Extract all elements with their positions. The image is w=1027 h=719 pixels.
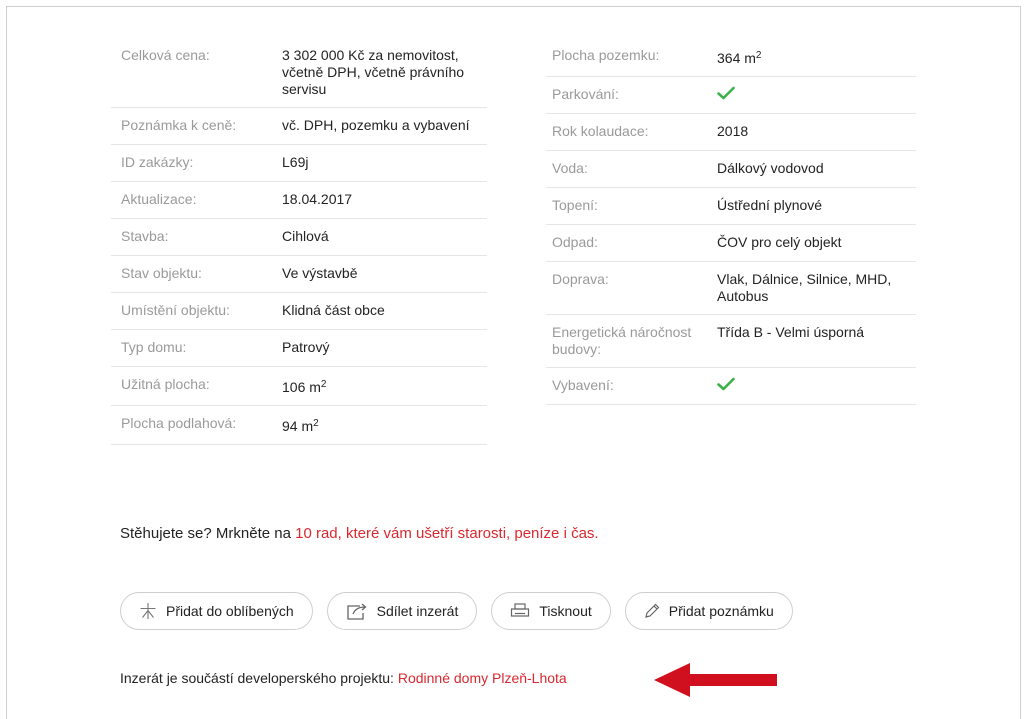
param-label: Doprava: — [552, 271, 609, 287]
tip-text: Stěhujete se? Mrkněte na — [120, 525, 296, 542]
param-label: Stavba: — [121, 228, 169, 244]
red-arrow-icon — [654, 663, 777, 697]
param-row: Rok kolaudace: 2018 — [546, 114, 916, 151]
checkmark-icon — [717, 86, 735, 100]
param-row: Topení: Ústřední plynové — [546, 188, 916, 225]
param-label: Aktualizace: — [121, 191, 197, 207]
param-row: Doprava: Vlak, Dálnice, Silnice, MHD, Au… — [546, 262, 916, 315]
param-value: Patrový — [282, 339, 330, 355]
param-row: Celková cena: 3 302 000 Kč za nemovitost… — [111, 40, 487, 108]
param-label: Užitná plocha: — [121, 376, 210, 392]
param-row: Stav objektu: Ve výstavbě — [111, 256, 487, 293]
param-value: Cihlová — [282, 228, 329, 244]
checkmark-icon — [717, 377, 735, 391]
param-label: Plocha pozemku: — [552, 47, 660, 63]
pencil-icon — [644, 603, 660, 619]
print-label: Tisknout — [539, 603, 592, 619]
param-row: Aktualizace: 18.04.2017 — [111, 182, 487, 219]
printer-icon — [510, 603, 530, 619]
param-value: Vlak, Dálnice, Silnice, MHD, Autobus — [717, 271, 892, 304]
param-label: Vybavení: — [552, 377, 614, 393]
param-value: Ve výstavbě — [282, 265, 358, 281]
share-listing-button[interactable]: Sdílet inzerát — [326, 592, 478, 630]
add-to-favorites-label: Přidat do oblíbených — [166, 603, 294, 619]
param-label: Energetická náročnost budovy: — [552, 324, 692, 357]
param-label: Poznámka k ceně: — [121, 117, 237, 133]
add-to-favorites-button[interactable]: Přidat do oblíbených — [120, 592, 313, 630]
param-label: Parkování: — [552, 86, 619, 102]
param-value: Třída B - Velmi úsporná — [717, 324, 865, 340]
param-row: Typ domu: Patrový — [111, 330, 487, 367]
param-label: Stav objektu: — [121, 265, 202, 281]
param-value: 106 m2 — [282, 379, 327, 395]
param-row: Odpad: ČOV pro celý objekt — [546, 225, 916, 262]
params-right: Plocha pozemku: 364 m2 Parkování: Rok ko… — [546, 40, 916, 405]
param-value: L69j — [282, 154, 309, 170]
param-label: Rok kolaudace: — [552, 123, 649, 139]
project-text: Inzerát je součástí developerského proje… — [120, 670, 398, 686]
param-row: Umístění objektu: Klidná část obce — [111, 293, 487, 330]
param-row: Vybavení: — [546, 368, 916, 405]
param-row: Plocha podlahová: 94 m2 — [111, 406, 487, 445]
tip-link[interactable]: 10 rad, které vám ušetří starosti, peníz… — [295, 525, 598, 542]
param-label: Voda: — [552, 160, 588, 176]
add-note-label: Přidat poznámku — [668, 603, 774, 619]
param-row: Poznámka k ceně: vč. DPH, pozemku a vyba… — [111, 108, 487, 145]
star-icon — [139, 602, 157, 620]
print-button[interactable]: Tisknout — [491, 592, 611, 630]
param-row: Voda: Dálkový vodovod — [546, 151, 916, 188]
param-value — [717, 86, 912, 104]
param-row: Plocha pozemku: 364 m2 — [546, 40, 916, 77]
param-value: Klidná část obce — [282, 302, 385, 318]
param-value: ČOV pro celý objekt — [717, 234, 842, 250]
project-link[interactable]: Rodinné domy Plzeň-Lhota — [398, 670, 567, 686]
param-value: 364 m2 — [717, 50, 762, 66]
moving-tip: Stěhujete se? Mrkněte na 10 rad, které v… — [120, 525, 599, 542]
param-label: Odpad: — [552, 234, 598, 250]
param-row: Užitná plocha: 106 m2 — [111, 367, 487, 406]
param-value: 18.04.2017 — [282, 191, 353, 207]
param-label: Celková cena: — [121, 47, 210, 63]
param-label: Plocha podlahová: — [121, 415, 237, 431]
param-value: 3 302 000 Kč za nemovitost, včetně DPH, … — [282, 47, 465, 97]
param-label: ID zakázky: — [121, 154, 194, 170]
share-listing-label: Sdílet inzerát — [376, 603, 459, 619]
param-value: 2018 — [717, 123, 749, 139]
param-row: Energetická náročnost budovy: Třída B - … — [546, 315, 916, 368]
action-buttons: Přidat do oblíbených Sdílet inzerát Tisk… — [120, 592, 807, 630]
param-label: Umístění objektu: — [121, 302, 230, 318]
param-value — [717, 377, 912, 395]
param-row: ID zakázky: L69j — [111, 145, 487, 182]
param-value: Dálkový vodovod — [717, 160, 824, 176]
add-note-button[interactable]: Přidat poznámku — [624, 592, 793, 630]
params-left: Celková cena: 3 302 000 Kč za nemovitost… — [111, 40, 487, 445]
param-row: Stavba: Cihlová — [111, 219, 487, 256]
param-value: vč. DPH, pozemku a vybavení — [282, 117, 470, 133]
developer-project-note: Inzerát je součástí developerského proje… — [120, 670, 567, 686]
param-label: Topení: — [552, 197, 598, 213]
param-row: Parkování: — [546, 77, 916, 114]
param-label: Typ domu: — [121, 339, 187, 355]
param-value: 94 m2 — [282, 418, 319, 434]
param-value: Ústřední plynové — [717, 197, 823, 213]
share-icon — [346, 602, 368, 620]
